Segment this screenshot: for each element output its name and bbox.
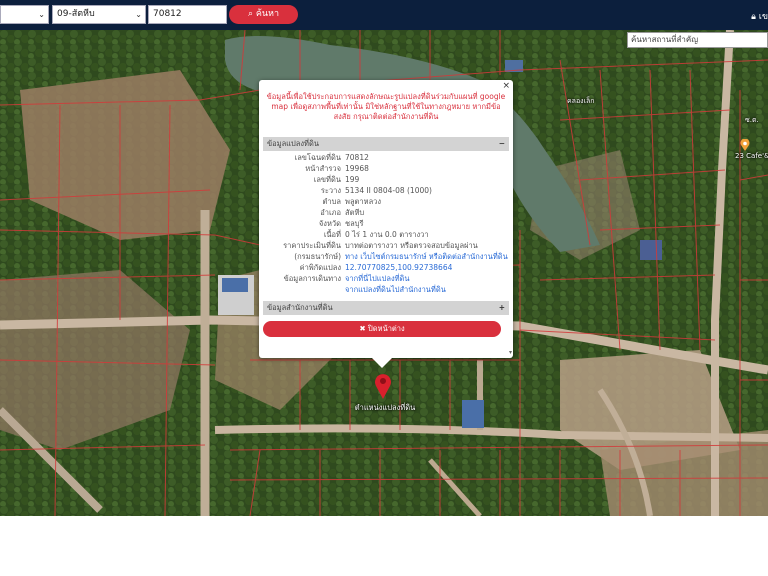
land-info-section-title: ข้อมูลแปลงที่ดิน <box>267 139 319 148</box>
info-value: ชลบุรี <box>345 219 364 228</box>
disclaimer-notice: ข้อมูลนี้เพื่อใช้ประกอบการแสดงลักษณะรูปแ… <box>266 92 506 121</box>
map-place-label: คลองเล็ก <box>567 97 595 105</box>
parcel-number-value: 70812 <box>153 9 182 19</box>
collapse-icon[interactable]: − <box>499 137 505 151</box>
info-value: บาทต่อตารางวา หรือตรวจสอบข้อมูลผ่าน <box>345 241 478 250</box>
map-place-label: 23 Cafe'& <box>735 152 768 160</box>
district-select-value: 09-สัตหีบ <box>57 9 95 19</box>
info-value: พลูตาหลวง <box>345 197 382 206</box>
map-place-label: ซ.ต. <box>745 116 759 124</box>
info-label: อำเภอ <box>320 208 341 217</box>
info-row: อำเภอ สัตหีบ <box>259 208 513 218</box>
info-value: 19968 <box>345 164 369 173</box>
login-link[interactable]: 🔒︎ เข <box>751 9 768 23</box>
treasury-website-link[interactable]: ทาง เว็บไซต์กรมธนารักษ์ หรือติดต่อสำนักง… <box>345 252 508 262</box>
info-value: สัตหีบ <box>345 208 365 217</box>
cafe-poi-icon[interactable] <box>740 136 750 151</box>
info-label: เนื้อที่ <box>323 230 341 239</box>
info-label: ระวาง <box>320 186 341 195</box>
login-label: เข <box>758 12 768 22</box>
info-row: เลขที่ดิน 199 <box>259 175 513 185</box>
land-office-section-header[interactable]: ข้อมูลสำนักงานที่ดิน + <box>263 301 509 315</box>
info-value: 199 <box>345 175 360 184</box>
info-label: ราคาประเมินที่ดิน <box>283 241 341 250</box>
info-row: เลขโฉนดที่ดิน 70812 <box>259 153 513 163</box>
info-label: (กรมธนารักษ์) <box>294 252 341 261</box>
land-info-section-header[interactable]: ข้อมูลแปลงที่ดิน − <box>263 137 509 151</box>
info-label: ตำบล <box>322 197 341 206</box>
info-row: ระวาง 5134 II 0804-08 (1000) <box>259 186 513 196</box>
parcel-location-label: ตำแหน่งแปลงที่ดิน <box>354 403 416 412</box>
map-place-search-placeholder: ค้นหาสถานที่สำคัญ <box>631 35 699 44</box>
info-row: ราคาประเมินที่ดิน บาทต่อตารางวา หรือตรวจส… <box>259 241 513 251</box>
search-button-label: ค้นหา <box>255 9 280 19</box>
map-place-search-input[interactable]: ค้นหาสถานที่สำคัญ <box>627 32 768 48</box>
info-row: จังหวัด ชลบุรี <box>259 219 513 229</box>
chevron-down-icon: ⌄ <box>135 10 142 19</box>
close-icon[interactable]: × <box>502 81 510 91</box>
info-row: ข้อมูลการเดินทาง จากที่นี่ไปแปลงที่ดิน <box>259 274 513 284</box>
parcel-location-pin-icon[interactable] <box>374 373 392 403</box>
search-icon: ⌕ <box>247 9 256 19</box>
close-window-button[interactable]: ✖ ปิดหน้าต่าง <box>263 321 501 337</box>
lock-icon: 🔒︎ <box>751 12 759 22</box>
info-value: 70812 <box>345 153 369 162</box>
info-row: ตำบล พลูตาหลวง <box>259 197 513 207</box>
info-label: เลขที่ดิน <box>313 175 341 184</box>
expand-icon[interactable]: + <box>499 301 505 315</box>
top-bar: ⌄ 09-สัตหีบ ⌄ 70812 ⌕ ค้นหา 🔒︎ เข <box>0 0 768 30</box>
coordinates-link[interactable]: 12.70770825,100.92738664 <box>345 263 452 273</box>
district-select[interactable]: 09-สัตหีบ ⌄ <box>52 5 146 24</box>
chevron-down-icon: ⌄ <box>38 10 45 19</box>
search-button[interactable]: ⌕ ค้นหา <box>229 5 298 24</box>
info-row: จากแปลงที่ดินไปสำนักงานที่ดิน <box>259 285 513 295</box>
info-row: เนื้อที่ 0 ไร่ 1 งาน 0.0 ตารางวา <box>259 230 513 240</box>
directions-to-office-link[interactable]: จากแปลงที่ดินไปสำนักงานที่ดิน <box>345 285 446 295</box>
info-value: 0 ไร่ 1 งาน 0.0 ตารางวา <box>345 230 429 239</box>
info-label: จังหวัด <box>318 219 341 228</box>
info-label: เลขโฉนดที่ดิน <box>294 153 341 162</box>
info-row: ค่าพิกัดแปลง 12.70770825,100.92738664 <box>259 263 513 273</box>
parcel-number-input[interactable]: 70812 <box>148 5 227 24</box>
land-office-section-title: ข้อมูลสำนักงานที่ดิน <box>267 303 333 312</box>
province-select[interactable]: ⌄ <box>0 5 49 24</box>
popup-pointer <box>372 358 392 368</box>
info-value: 5134 II 0804-08 (1000) <box>345 186 432 195</box>
parcel-info-popup: × ข้อมูลนี้เพื่อใช้ประกอบการแสดงลักษณะรู… <box>259 80 513 368</box>
info-label: ข้อมูลการเดินทาง <box>283 274 341 283</box>
directions-to-parcel-link[interactable]: จากที่นี่ไปแปลงที่ดิน <box>345 274 410 284</box>
info-row: (กรมธนารักษ์) ทาง เว็บไซต์กรมธนารักษ์ หรื… <box>259 252 513 262</box>
info-label: ค่าพิกัดแปลง <box>299 263 341 272</box>
info-row: หน้าสำรวจ 19968 <box>259 164 513 174</box>
scroll-down-icon[interactable]: ▾ <box>509 349 512 356</box>
info-label: หน้าสำรวจ <box>305 164 341 173</box>
